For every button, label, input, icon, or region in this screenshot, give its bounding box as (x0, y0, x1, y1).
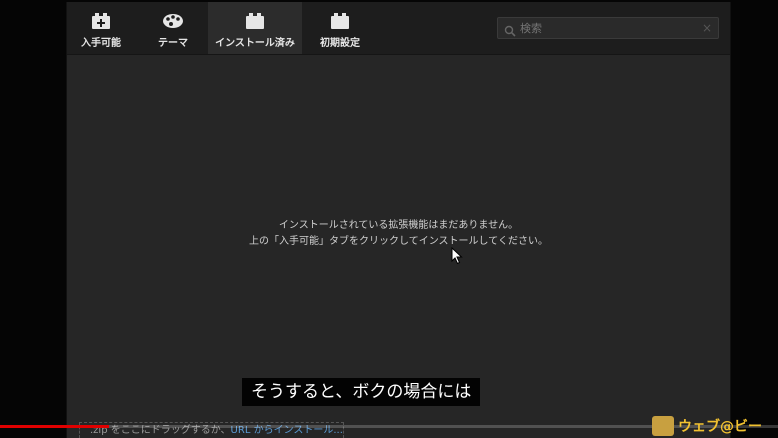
tab-available[interactable]: 入手可能 (67, 2, 135, 54)
coffee-cup-icon (652, 415, 674, 436)
channel-name: ウェブ@ビー (678, 418, 762, 435)
search-box[interactable]: × (497, 17, 719, 39)
video-frame: 入手可能 テーマ インストール済み 初期設定 検索 × インストールされている拡… (0, 0, 778, 438)
tab-installed-label: インストール済み (215, 38, 295, 49)
search-input[interactable] (516, 21, 700, 35)
puzzle-icon (329, 12, 351, 30)
puzzle-plus-icon (90, 12, 112, 30)
mouse-cursor-icon (451, 247, 463, 265)
tab-defaults[interactable]: 初期設定 (303, 2, 377, 54)
tab-themes[interactable]: テーマ (139, 2, 207, 54)
clear-search-icon[interactable]: × (700, 21, 714, 35)
video-progress-fill (0, 425, 109, 428)
channel-logo: ウェブ@ビー (652, 413, 772, 438)
search-icon (504, 22, 516, 37)
tab-bar: 入手可能 テーマ インストール済み 初期設定 検索 × (67, 2, 730, 55)
tab-installed[interactable]: インストール済み (208, 2, 302, 54)
subtitle-caption: そうすると、ボクの場合には (242, 378, 481, 406)
palette-icon (162, 12, 184, 30)
empty-message-line1: インストールされている拡張機能はまだありません。 (278, 220, 519, 231)
extension-manager-window: 入手可能 テーマ インストール済み 初期設定 検索 × インストールされている拡… (66, 2, 731, 438)
tab-themes-label: テーマ (158, 38, 188, 49)
tab-defaults-label: 初期設定 (320, 38, 360, 49)
tab-available-label: 入手可能 (81, 38, 121, 49)
empty-state-message: インストールされている拡張機能はまだありません。 上の「入手可能」タブをクリック… (67, 218, 730, 250)
puzzle-icon (244, 12, 266, 30)
empty-message-line2: 上の「入手可能」タブをクリックしてインストールしてください。 (249, 236, 548, 247)
